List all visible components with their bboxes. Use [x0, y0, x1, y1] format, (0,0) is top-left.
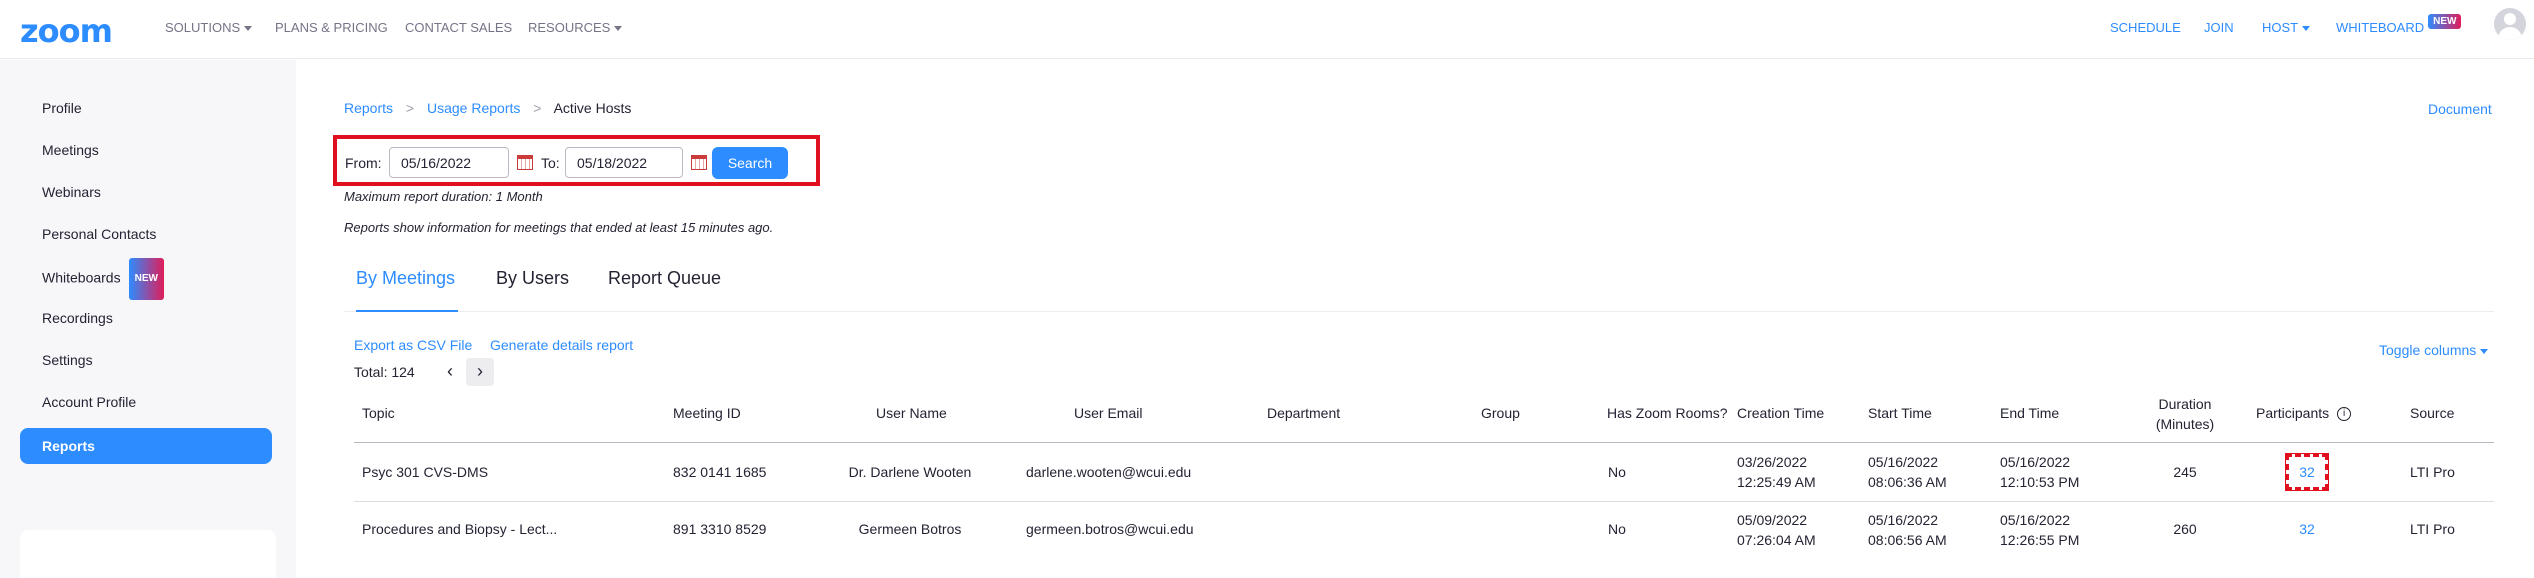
table-row-divider — [354, 501, 2494, 502]
col-header-has-zoom-rooms[interactable]: Has Zoom Rooms? — [1607, 405, 1728, 421]
avatar-body-icon — [2498, 27, 2522, 40]
cell-source: LTI Pro — [2410, 464, 2455, 480]
cell-meeting-id: 832 0141 1685 — [673, 464, 767, 480]
avatar-head-icon — [2504, 13, 2516, 25]
breadcrumb-separator: > — [533, 100, 542, 116]
next-page-button[interactable]: › — [466, 358, 494, 386]
sidebar-item-webinars[interactable]: Webinars — [20, 174, 272, 210]
sidebar-item-settings[interactable]: Settings — [20, 342, 272, 378]
max-duration-note: Maximum report duration: 1 Month — [344, 189, 543, 204]
prev-page-button[interactable]: ‹ — [436, 358, 464, 386]
col-header-topic[interactable]: Topic — [362, 405, 395, 421]
cell-participants-link[interactable]: 32 — [2292, 519, 2322, 539]
cell-start-time: 05/16/2022 08:06:56 AM — [1868, 512, 1947, 548]
nav-schedule[interactable]: SCHEDULE — [2110, 20, 2181, 35]
col-header-source[interactable]: Source — [2410, 405, 2454, 421]
cell-user-name: Dr. Darlene Wooten — [848, 464, 972, 480]
cell-end-time: 05/16/2022 12:26:55 PM — [2000, 512, 2080, 548]
caret-down-icon — [244, 26, 253, 32]
export-csv-link[interactable]: Export as CSV File — [354, 337, 472, 353]
tab-by-users[interactable]: By Users — [496, 268, 569, 289]
cell-has-zoom-rooms: No — [1608, 521, 1626, 537]
cell-user-email: germeen.botros@wcui.edu — [1026, 521, 1194, 537]
nav-host[interactable]: HOST — [2262, 20, 2311, 35]
nav-contact-sales[interactable]: CONTACT SALES — [405, 20, 512, 35]
sidebar-item-account-profile[interactable]: Account Profile — [20, 384, 272, 420]
report-info-note: Reports show information for meetings th… — [344, 220, 774, 235]
report-tabs: By Meetings By Users Report Queue — [344, 262, 2494, 312]
cell-meeting-id: 891 3310 8529 — [673, 521, 767, 537]
col-header-duration[interactable]: Duration (Minutes) — [2150, 394, 2220, 434]
breadcrumb: Reports > Usage Reports > Active Hosts — [344, 100, 631, 116]
from-date-input[interactable] — [389, 147, 509, 178]
col-header-user-email[interactable]: User Email — [1074, 405, 1142, 421]
sidebar-item-label: Whiteboards — [42, 269, 121, 286]
table-header-divider — [354, 442, 2494, 443]
new-badge: NEW — [2428, 14, 2462, 29]
caret-down-icon — [614, 26, 623, 32]
cell-participants-link[interactable]: 32 — [2292, 462, 2322, 482]
cell-topic: Psyc 301 CVS-DMS — [362, 464, 489, 480]
new-badge: NEW — [128, 258, 164, 300]
col-header-user-name[interactable]: User Name — [876, 405, 947, 421]
cell-creation-time: 05/09/2022 07:26:04 AM — [1737, 512, 1816, 548]
breadcrumb-reports[interactable]: Reports — [344, 100, 393, 116]
nav-solutions[interactable]: SOLUTIONS — [165, 20, 253, 35]
col-header-group[interactable]: Group — [1481, 405, 1520, 421]
calendar-icon[interactable] — [517, 155, 533, 170]
nav-resources[interactable]: RESOURCES — [528, 20, 623, 35]
tab-by-meetings[interactable]: By Meetings — [356, 268, 455, 289]
sidebar-item-reports[interactable]: Reports — [20, 428, 272, 464]
zoom-logo[interactable]: zoom — [20, 12, 113, 50]
breadcrumb-current: Active Hosts — [553, 100, 632, 116]
col-header-participants[interactable]: Participants i — [2256, 405, 2352, 422]
generate-details-link[interactable]: Generate details report — [490, 337, 633, 353]
avatar[interactable] — [2494, 8, 2526, 40]
cell-duration: 245 — [2173, 464, 2197, 480]
sidebar-item-whiteboards[interactable]: Whiteboards NEW — [20, 258, 272, 300]
cell-has-zoom-rooms: No — [1608, 464, 1626, 480]
active-tab-underline — [356, 310, 458, 312]
search-button[interactable]: Search — [712, 147, 788, 179]
breadcrumb-usage-reports[interactable]: Usage Reports — [427, 100, 520, 116]
col-header-meeting-id[interactable]: Meeting ID — [673, 405, 741, 421]
sidebar-item-meetings[interactable]: Meetings — [20, 132, 272, 168]
document-link[interactable]: Document — [2428, 101, 2492, 117]
sidebar-item-recordings[interactable]: Recordings — [20, 300, 272, 336]
sidebar-card — [20, 530, 276, 578]
caret-down-icon — [2302, 26, 2311, 32]
cell-duration: 260 — [2173, 521, 2197, 537]
col-header-creation-time[interactable]: Creation Time — [1737, 405, 1824, 421]
to-date-input[interactable] — [565, 147, 683, 178]
top-navigation: zoom SOLUTIONS PLANS & PRICING CONTACT S… — [0, 0, 2534, 59]
toggle-columns-link[interactable]: Toggle columns — [2379, 342, 2489, 358]
nav-plans-pricing[interactable]: PLANS & PRICING — [275, 20, 388, 35]
to-label: To: — [541, 155, 560, 171]
nav-join[interactable]: JOIN — [2204, 20, 2234, 35]
col-header-department[interactable]: Department — [1267, 405, 1340, 421]
cell-end-time: 05/16/2022 12:10:53 PM — [2000, 454, 2080, 490]
info-icon[interactable]: i — [2337, 407, 2352, 422]
caret-down-icon — [2480, 348, 2489, 354]
cell-user-name: Germeen Botros — [858, 521, 962, 537]
cell-topic: Procedures and Biopsy - Lect... — [362, 521, 558, 537]
calendar-icon[interactable] — [691, 155, 707, 170]
col-header-start-time[interactable]: Start Time — [1868, 405, 1932, 421]
col-header-end-time[interactable]: End Time — [2000, 405, 2059, 421]
sidebar-item-personal-contacts[interactable]: Personal Contacts — [20, 216, 272, 252]
cell-user-email: darlene.wooten@wcui.edu — [1026, 464, 1192, 480]
sidebar-item-profile[interactable]: Profile — [20, 90, 272, 126]
from-label: From: — [345, 155, 382, 171]
cell-creation-time: 03/26/2022 12:25:49 AM — [1737, 454, 1816, 490]
sidebar: Profile Meetings Webinars Personal Conta… — [0, 60, 296, 578]
cell-start-time: 05/16/2022 08:06:36 AM — [1868, 454, 1947, 490]
cell-source: LTI Pro — [2410, 521, 2455, 537]
nav-whiteboard[interactable]: WHITEBOARD NEW — [2336, 14, 2462, 35]
breadcrumb-separator: > — [405, 100, 415, 116]
tab-report-queue[interactable]: Report Queue — [608, 268, 721, 289]
total-count: Total: 124 — [354, 364, 415, 380]
